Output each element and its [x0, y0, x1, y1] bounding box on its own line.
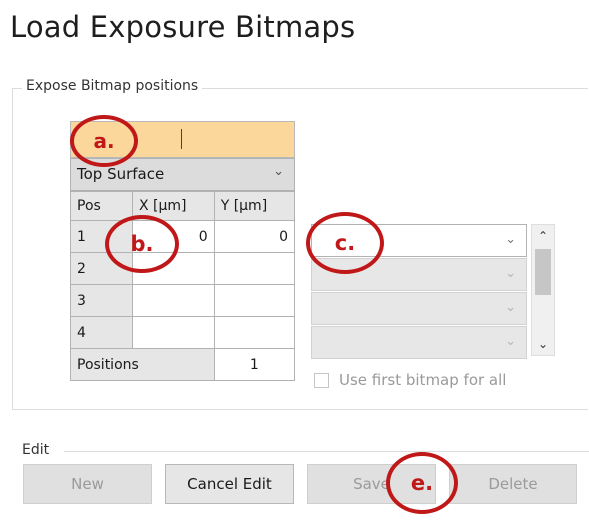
table-row[interactable]: 4: [70, 316, 296, 349]
annotation-b-marker: b.: [105, 215, 179, 273]
x-cell[interactable]: [132, 284, 215, 317]
chevron-down-icon[interactable]: ⌄: [538, 337, 548, 351]
cancel-edit-button[interactable]: Cancel Edit: [165, 464, 294, 504]
table-header-row: Pos X [µm] Y [µm]: [70, 191, 296, 221]
header-pos: Pos: [70, 191, 133, 221]
bitmap-select-4[interactable]: ⌄: [311, 326, 527, 359]
scrollbar-thumb[interactable]: [535, 249, 551, 295]
header-y: Y [µm]: [213, 191, 296, 221]
chevron-down-icon: ⌄: [505, 300, 516, 315]
positions-table: Pos X [µm] Y [µm] 1 0 0 2 3 4 Positions …: [70, 191, 296, 381]
row-pos: 3: [70, 284, 133, 317]
row-pos: 4: [70, 316, 133, 349]
edit-group-label: Edit: [22, 442, 50, 458]
use-first-bitmap-label: Use first bitmap for all: [339, 371, 507, 389]
annotation-a-marker: a.: [70, 115, 138, 167]
table-row[interactable]: 1 0 0: [70, 220, 296, 253]
bitmap-select-3[interactable]: ⌄: [311, 292, 527, 325]
chevron-down-icon: ⌄: [505, 266, 516, 281]
new-button[interactable]: New: [23, 464, 152, 504]
edit-group-divider: [64, 451, 589, 452]
table-footer-row: Positions 1: [70, 348, 296, 381]
annotation-c-marker: c.: [306, 212, 384, 274]
chevron-up-icon[interactable]: ⌃: [538, 229, 548, 243]
surface-select-value: Top Surface: [77, 165, 165, 183]
text-caret: [181, 129, 182, 149]
delete-button[interactable]: Delete: [449, 464, 577, 504]
positions-label: Positions: [70, 348, 215, 381]
y-cell[interactable]: [213, 252, 296, 285]
x-cell[interactable]: [132, 316, 215, 349]
chevron-down-icon: ⌄: [505, 232, 516, 247]
chevron-down-icon: ⌄: [273, 164, 284, 179]
table-row[interactable]: 2: [70, 252, 296, 285]
use-first-bitmap-checkbox[interactable]: [314, 373, 329, 388]
page-title: Load Exposure Bitmaps: [10, 10, 356, 44]
y-cell[interactable]: [213, 316, 296, 349]
bitmap-list-scrollbar[interactable]: ⌃ ⌄: [531, 224, 555, 356]
y-cell[interactable]: [213, 284, 296, 317]
annotation-e-marker: e.: [386, 452, 458, 514]
table-row[interactable]: 3: [70, 284, 296, 317]
expose-group-label: Expose Bitmap positions: [22, 78, 203, 94]
y-cell[interactable]: 0: [213, 220, 296, 253]
positions-count: 1: [213, 348, 296, 381]
chevron-down-icon: ⌄: [505, 334, 516, 349]
